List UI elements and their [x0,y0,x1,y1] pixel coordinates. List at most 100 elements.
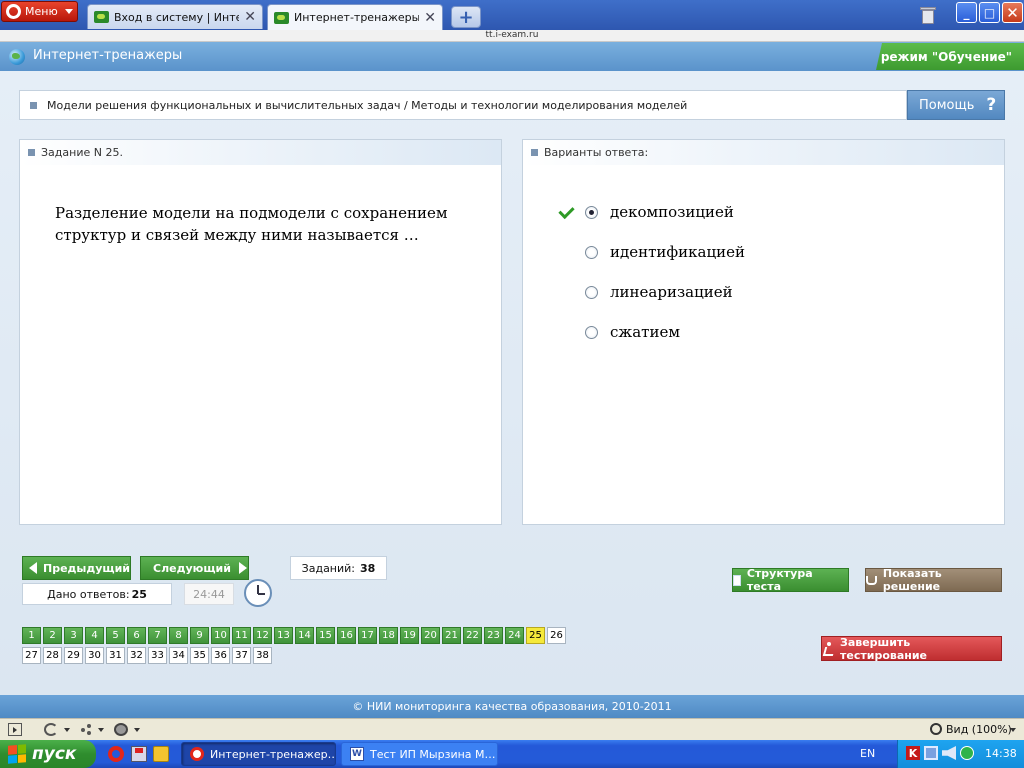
answer-option-identification[interactable]: идентификацией [585,242,745,262]
opera-menu-button[interactable]: Меню [1,1,78,22]
close-tab-icon[interactable]: ✕ [244,10,256,24]
question-number-cell[interactable]: 24 [505,627,524,644]
show-solution-button[interactable]: Показать решение [865,567,1002,593]
question-number-cell[interactable]: 2 [43,627,62,644]
sync-icon[interactable] [44,723,58,736]
question-number-cell[interactable]: 26 [547,627,566,644]
question-number-cell[interactable]: 1 [22,627,41,644]
question-number-cell[interactable]: 12 [253,627,272,644]
close-window-button[interactable]: ✕ [1002,2,1023,23]
question-number-cell[interactable]: 9 [190,627,209,644]
radio-selected[interactable] [585,205,598,219]
radio[interactable] [585,285,598,299]
question-number-cell[interactable]: 8 [169,627,188,644]
language-indicator[interactable]: EN [860,747,875,760]
question-number-cell[interactable]: 30 [85,647,104,664]
site-favicon-icon [94,11,109,23]
tasks-label: Заданий: [301,561,356,575]
previous-button[interactable]: Предыдущий [22,556,131,580]
trash-icon[interactable] [918,5,938,25]
taskbar-item-word[interactable]: W Тест ИП Мырзина М… [341,742,498,766]
document-icon [733,574,741,586]
unite-icon[interactable] [80,723,94,736]
task-title: Интернет-тренажер… [210,747,336,761]
start-button[interactable]: пуск [0,740,96,768]
correct-check-icon [558,204,574,218]
answer-option-linearization[interactable]: линеаризацией [585,282,733,302]
question-number-cell[interactable]: 14 [295,627,314,644]
disk-quicklaunch-icon[interactable] [131,746,147,762]
question-number-cell[interactable]: 29 [64,647,83,664]
question-number-cell[interactable]: 19 [400,627,419,644]
question-number-cell[interactable]: 34 [169,647,188,664]
answer-option-decomposition[interactable]: декомпозицией [585,202,734,222]
test-structure-button[interactable]: Структура теста [732,567,849,593]
question-number-cell[interactable]: 18 [379,627,398,644]
help-button[interactable]: Помощь ? [907,90,1005,120]
chevron-down-icon[interactable] [1010,728,1016,732]
answers-panel: Варианты ответа: декомпозицией идентифик… [522,139,1005,525]
trash-can [922,10,934,24]
finish-test-button[interactable]: Завершить тестирование [821,636,1002,662]
question-number-cell[interactable]: 37 [232,647,251,664]
zoom-level[interactable]: Вид (100%) [946,723,1012,736]
chevron-down-icon[interactable] [134,728,140,732]
answers-header: Варианты ответа: [523,140,1004,165]
clock-quicklaunch-icon[interactable] [153,746,169,762]
turbo-icon[interactable] [114,723,128,736]
question-number-cell[interactable]: 21 [442,627,461,644]
question-number-cell[interactable]: 27 [22,647,41,664]
question-number-cell[interactable]: 5 [106,627,125,644]
radio[interactable] [585,325,598,339]
address-bar[interactable]: tt.i-exam.ru [0,30,1024,42]
taskbar-item-browser[interactable]: Интернет-тренажер… [181,742,336,766]
question-number-cell[interactable]: 3 [64,627,83,644]
question-number-cell[interactable]: 15 [316,627,335,644]
task-title: Тест ИП Мырзина М… [370,747,496,761]
question-number-cell[interactable]: 28 [43,647,62,664]
question-number-cell[interactable]: 33 [148,647,167,664]
question-number-cell[interactable]: 23 [484,627,503,644]
clock-time: 14:38 [985,747,1017,760]
update-icon[interactable] [960,746,974,760]
close-tab-icon[interactable]: ✕ [424,11,436,25]
question-number-cell[interactable]: 20 [421,627,440,644]
question-number-cell[interactable]: 4 [85,627,104,644]
arrow-right-icon [238,562,247,574]
zoom-icon[interactable] [930,723,942,735]
question-number-cell[interactable]: 11 [232,627,251,644]
question-number-cell[interactable]: 35 [190,647,209,664]
question-number-cell[interactable]: 6 [127,627,146,644]
question-number-cell[interactable]: 22 [463,627,482,644]
tab-login[interactable]: Вход в систему | Интер… ✕ [87,4,263,29]
question-number-cell[interactable]: 25 [526,627,545,644]
question-number-cell[interactable]: 36 [211,647,230,664]
question-number-cell[interactable]: 31 [106,647,125,664]
kaspersky-icon[interactable]: K [906,746,920,760]
network-icon[interactable] [924,746,938,760]
maximize-button[interactable]: □ [979,2,1000,23]
minimize-button[interactable]: _ [956,2,977,23]
answer-option-compression[interactable]: сжатием [585,322,680,342]
browser-status-bar: Вид (100%) [0,718,1024,740]
question-number-cell[interactable]: 32 [127,647,146,664]
sound-icon[interactable] [942,746,956,760]
chevron-down-icon[interactable] [98,728,104,732]
running-man-icon [822,642,834,655]
question-number-cell[interactable]: 17 [358,627,377,644]
chevron-down-icon[interactable] [64,728,70,732]
windows-taskbar: пуск Интернет-тренажер… W Тест ИП Мырзин… [0,740,1024,768]
question-number-cell[interactable]: 13 [274,627,293,644]
question-number-cell[interactable]: 7 [148,627,167,644]
radio[interactable] [585,245,598,259]
next-button[interactable]: Следующий [140,556,249,580]
question-number-cell[interactable]: 16 [337,627,356,644]
question-number: Задание N 25. [41,146,123,159]
panel-toggle-icon[interactable] [8,723,22,736]
question-number-cell[interactable]: 10 [211,627,230,644]
question-number-cell[interactable]: 38 [253,647,272,664]
tab-trainers[interactable]: Интернет-тренажеры ✕ [267,4,443,30]
new-tab-button[interactable]: + [451,6,481,28]
site-footer: © НИИ мониторинга качества образования, … [0,695,1024,718]
opera-quicklaunch-icon[interactable] [108,746,124,762]
